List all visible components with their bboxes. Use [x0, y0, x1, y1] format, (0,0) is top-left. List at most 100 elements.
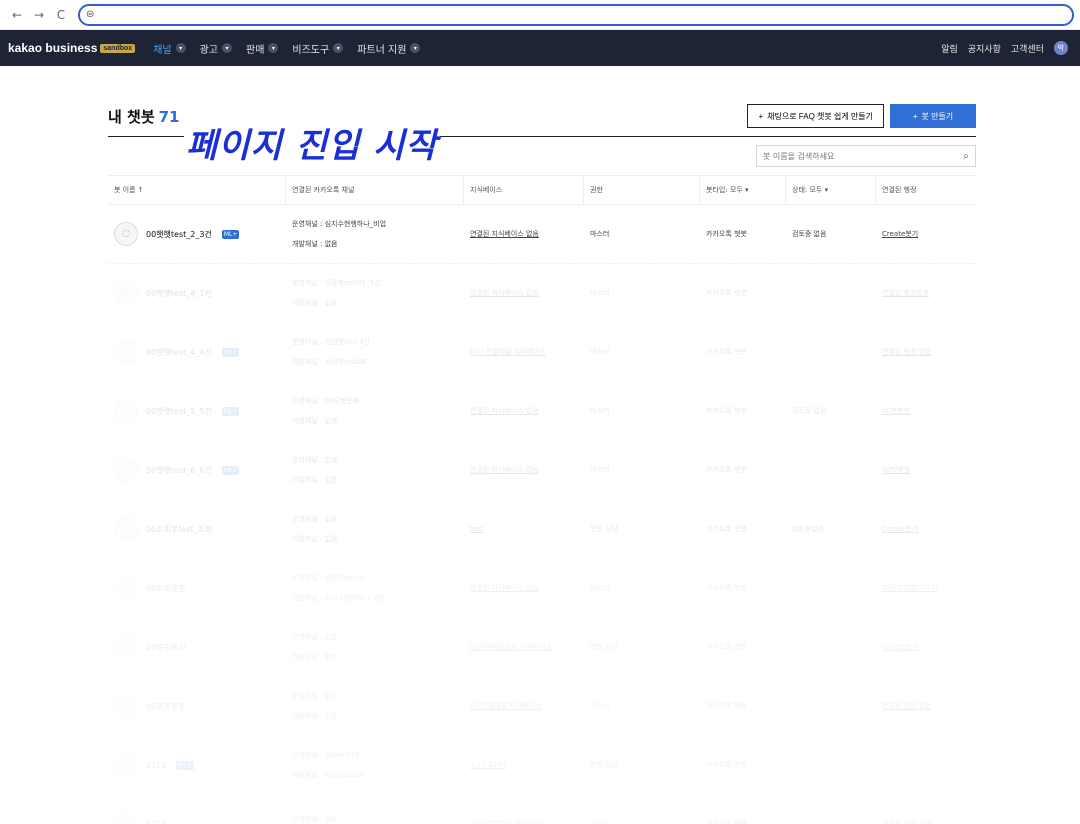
bot-name[interactable]: 1234	[146, 820, 166, 824]
permission-cell: 마스터	[590, 348, 610, 356]
bot-type-cell: 카카오톡 챗봇	[706, 525, 747, 533]
menu-partner-support[interactable]: 파트너 지원 ▾	[357, 41, 421, 56]
search-icon[interactable]: ⌕	[963, 151, 969, 162]
knowledge-base-link[interactable]: 00 / 연결채널 지식베이스	[470, 347, 546, 357]
channel-cell: 운영채널 : 00모봇봇해 개발채널 : 없음	[286, 382, 464, 440]
linked-cell: Create봇기	[876, 618, 976, 676]
bot-name-cell: ◌ 00봇봇봇봇	[108, 677, 286, 735]
table-row[interactable]: ◌ 00조회봇봇 운영채널 : 심플챗test01 개발채널 : 심지수현행하나_3건…	[108, 559, 976, 618]
address-bar[interactable]: ⊜	[78, 3, 1074, 26]
table-row[interactable]: ◌ 1111 ML+ 운영채널 : daniel179 개발채널 : daniel123…	[108, 736, 976, 795]
chevron-down-icon: ▾	[410, 43, 421, 53]
reload-icon[interactable]: C	[50, 4, 72, 26]
table-row[interactable]: ◌ 00햇햇test_5_5건 ML+ 운영채널 : 00모봇봇해 개발채널 : 없음 연…	[108, 382, 976, 441]
col-permission: 권한	[584, 176, 700, 204]
bot-name[interactable]: 00조회봇봇	[146, 583, 186, 594]
menu-biz-tools[interactable]: 비즈도구 ▾	[292, 41, 344, 56]
menu-sales[interactable]: 판매 ▾	[246, 41, 279, 56]
site-info-icon[interactable]: ⊜	[86, 9, 94, 20]
linked-link[interactable]: 연결된 행정 없음	[882, 819, 932, 824]
create-bot-button[interactable]: + 봇 만들기	[890, 104, 976, 128]
knowledge-base-link[interactable]: test	[470, 525, 483, 533]
linked-link[interactable]: Create봇기	[882, 229, 918, 239]
brand-logo[interactable]: kakao business sandbox	[8, 41, 136, 55]
bot-name[interactable]: 00햇햇test_5_5건	[146, 406, 212, 417]
bot-avatar-icon: ◌	[114, 399, 138, 423]
knowledge-base-link[interactable]: 연결된 지식베이스 없음	[470, 288, 539, 298]
linked-link[interactable]: 00챗봇봇	[882, 465, 910, 475]
linked-link[interactable]: 00봇봇봇	[882, 406, 910, 416]
knowledge-base-link[interactable]: 연결된 지식베이스 없음	[470, 465, 539, 475]
col-status[interactable]: 상태: 모두 ▾	[786, 176, 876, 204]
bot-type-cell: 카카오톡 챗봇	[706, 289, 747, 297]
knowledge-base-link[interactable]: 00 / 연결채널 지식베이스	[470, 819, 546, 824]
knowledge-base-link[interactable]: 연결된 지식베이스 없음	[470, 229, 539, 239]
chevron-down-icon: ▾	[333, 43, 344, 53]
knowledge-base-link[interactable]: 00지식베이스와 지식베이스	[470, 642, 552, 652]
table-row[interactable]: ◌ 00햇햇test_4_4건 ML+ 운영채널 : 심심챗타다 3건 개발채널 : 심…	[108, 323, 976, 382]
linked-link[interactable]: 연결된 행정 없음	[882, 701, 932, 711]
knowledge-base-link[interactable]: 연결된 지식베이스 없음	[470, 583, 539, 593]
bot-name[interactable]: 00봇도메시	[146, 642, 186, 653]
dev-channel: 개발채널 : 없음	[292, 240, 338, 248]
linked-link[interactable]: Create봇기	[882, 642, 918, 652]
bot-name[interactable]: 1111	[146, 761, 166, 770]
menu-channel[interactable]: 채널 ▾	[153, 41, 186, 56]
linked-link[interactable]: 연결된 행정 없음	[882, 347, 932, 357]
knowledge-base-link[interactable]: 00/연결채널 지식베이스	[470, 701, 541, 711]
table-row[interactable]: ◌ 00햇햇test_6_6건 ML+ 운영채널 : 없음 개발채널 : 없음 연결된 지…	[108, 441, 976, 500]
bot-search-input[interactable]: 봇 이름을 검색하세요 ⌕	[756, 145, 976, 167]
forward-icon[interactable]: →	[28, 4, 50, 26]
linked-link[interactable]: 연결된 행정없음	[882, 288, 929, 298]
notices-link[interactable]: 공지사항	[968, 42, 1001, 55]
col-bot-type[interactable]: 봇타입: 모두 ▾	[700, 176, 786, 204]
table-row[interactable]: ◌ 00햇햇test_2_3건 ML+ 운영채널 : 심지수현행하나_비업 개발채널 :…	[108, 205, 976, 264]
channel-cell: 운영채널 : 없음	[286, 795, 464, 824]
bot-name-cell: ◌ 00조회봇봇	[108, 559, 286, 617]
back-icon[interactable]: ←	[6, 4, 28, 26]
bot-name[interactable]: 00햇햇test_4_4건	[146, 347, 212, 358]
bot-avatar-icon: ◌	[114, 694, 138, 718]
table-row[interactable]: ◌ 00봇도메시 운영채널 : 없음 개발채널 : 없음 00지식베이스와 지식베이스 챗…	[108, 618, 976, 677]
knowledge-base-cell: test	[464, 500, 584, 558]
help-center-link[interactable]: 고객센터	[1011, 42, 1044, 55]
menu-ads[interactable]: 광고 ▾	[200, 41, 232, 56]
table-row[interactable]: ◌ 00봇봇봇봇 운영채널 : 없음 개발채널 : 없음 00/연결채널 지식베이스 마스…	[108, 677, 976, 736]
table-row[interactable]: ◌ 1234 운영채널 : 없음 00 / 연결채널 지식베이스 마스터 카카오톡 챗봇 연…	[108, 795, 976, 824]
plus-icon: +	[912, 111, 918, 121]
notifications-link[interactable]: 알림	[941, 42, 958, 55]
permission-cell: 마스터	[590, 820, 610, 824]
bot-type-cell: 카카오톡 챗봇	[706, 466, 747, 474]
bot-list: ◌ 00햇햇test_2_3건 ML+ 운영채널 : 심지수현행하나_비업 개발채널 :…	[108, 205, 976, 824]
table-row[interactable]: ◌ 00조회봇test_조회 운영채널 : 없음 개발채널 : 없음 test 챗봇 담당…	[108, 500, 976, 559]
page-entry-overlay: 페이지 진입 시작	[184, 118, 440, 167]
bot-name[interactable]: 00봇봇봇봇	[146, 701, 186, 712]
knowledge-base-link[interactable]: 1.1 / 1234	[470, 761, 506, 769]
table-row[interactable]: ◌ 00햇햇test_4_1건 운영채널 : 심플챗test01_1건 개발채널 : …	[108, 264, 976, 323]
linked-link[interactable]: 00모조회행하나 더	[882, 583, 938, 593]
linked-link[interactable]: Create봇기	[882, 524, 918, 534]
operating-channel: 운영채널 : 00모봇봇해	[292, 397, 360, 405]
knowledge-base-cell: 00 / 연결채널 지식베이스	[464, 323, 584, 381]
browser-toolbar: ← → C ⊜	[0, 0, 1080, 30]
linked-cell: 00봇봇봇	[876, 382, 976, 440]
title-text: 내 챗봇	[108, 107, 155, 126]
bot-name[interactable]: 00햇햇test_2_3건	[146, 229, 212, 240]
permission-cell: 마스터	[590, 407, 610, 415]
bot-type-cell: 카카오톡 챗봇	[706, 702, 747, 710]
operating-channel: 운영채널 : 심플챗test01	[292, 574, 367, 582]
channel-cell: 운영채널 : 없음 개발채널 : 없음	[286, 677, 464, 735]
bot-name[interactable]: 00햇햇test_4_1건	[146, 288, 212, 299]
bot-name[interactable]: 00햇햇test_6_6건	[146, 465, 212, 476]
knowledge-base-link[interactable]: 연결된 지식베이스 없음	[470, 406, 539, 416]
header-actions: + 채팅으로 FAQ 챗봇 쉽게 만들기 + 봇 만들기	[747, 104, 976, 128]
dev-channel: 개발채널 : 없음	[292, 535, 338, 543]
faq-bot-button[interactable]: + 채팅으로 FAQ 챗봇 쉽게 만들기	[747, 104, 884, 128]
col-bot-name[interactable]: 봇 이름 ↑	[108, 176, 286, 204]
chevron-down-icon: ▾	[222, 43, 232, 53]
operating-channel: 운영채널 : 없음	[292, 456, 338, 464]
knowledge-base-cell: 연결된 지식베이스 없음	[464, 264, 584, 322]
bot-name[interactable]: 00조회봇test_조회	[146, 524, 212, 535]
menu-label: 파트너 지원	[357, 44, 407, 56]
avatar[interactable]: 박	[1054, 41, 1068, 55]
